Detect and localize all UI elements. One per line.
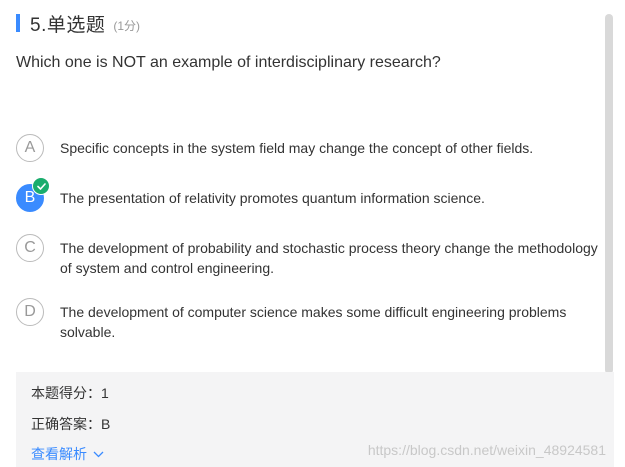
question-header: 5.单选题 (1分) [16, 12, 141, 36]
option-a-text: Specific concepts in the system field ma… [60, 140, 534, 156]
correct-check-icon [32, 177, 50, 195]
option-c-circle[interactable]: C [16, 234, 44, 262]
watermark: https://blog.csdn.net/weixin_48924581 [367, 442, 606, 458]
option-d-letter: D [24, 303, 36, 320]
answer-panel: 本题得分：1 正确答案：B 查看解析 https://blog.csdn.net… [16, 372, 614, 467]
view-analysis-link[interactable]: 查看解析 [31, 444, 104, 464]
score-line: 本题得分：1 [31, 385, 109, 401]
vertical-scrollbar[interactable] [605, 14, 613, 374]
option-a[interactable]: A Specific concepts in the system field … [16, 134, 601, 162]
option-c[interactable]: C The development of probability and sto… [16, 234, 601, 278]
view-analysis-label: 查看解析 [31, 446, 87, 462]
option-b-circle[interactable]: B [16, 177, 50, 212]
question-text: Which one is NOT an example of interdisc… [16, 54, 441, 71]
correct-answer-line: 正确答案：B [31, 416, 111, 432]
option-d-circle[interactable]: D [16, 298, 44, 326]
option-b[interactable]: B The presentation of relativity promote… [16, 177, 601, 212]
option-c-text: The development of probability and stoch… [60, 240, 598, 276]
question-score: (1分) [113, 18, 141, 33]
option-a-circle[interactable]: A [16, 134, 44, 162]
option-c-letter: C [24, 239, 36, 256]
option-d-text: The development of computer science make… [60, 304, 567, 340]
chevron-down-icon [93, 451, 104, 457]
accent-bar [16, 14, 20, 32]
option-a-letter: A [24, 139, 36, 156]
option-d[interactable]: D The development of computer science ma… [16, 298, 601, 342]
option-b-text: The presentation of relativity promotes … [60, 190, 485, 206]
question-number-title: 5.单选题 [30, 14, 106, 36]
